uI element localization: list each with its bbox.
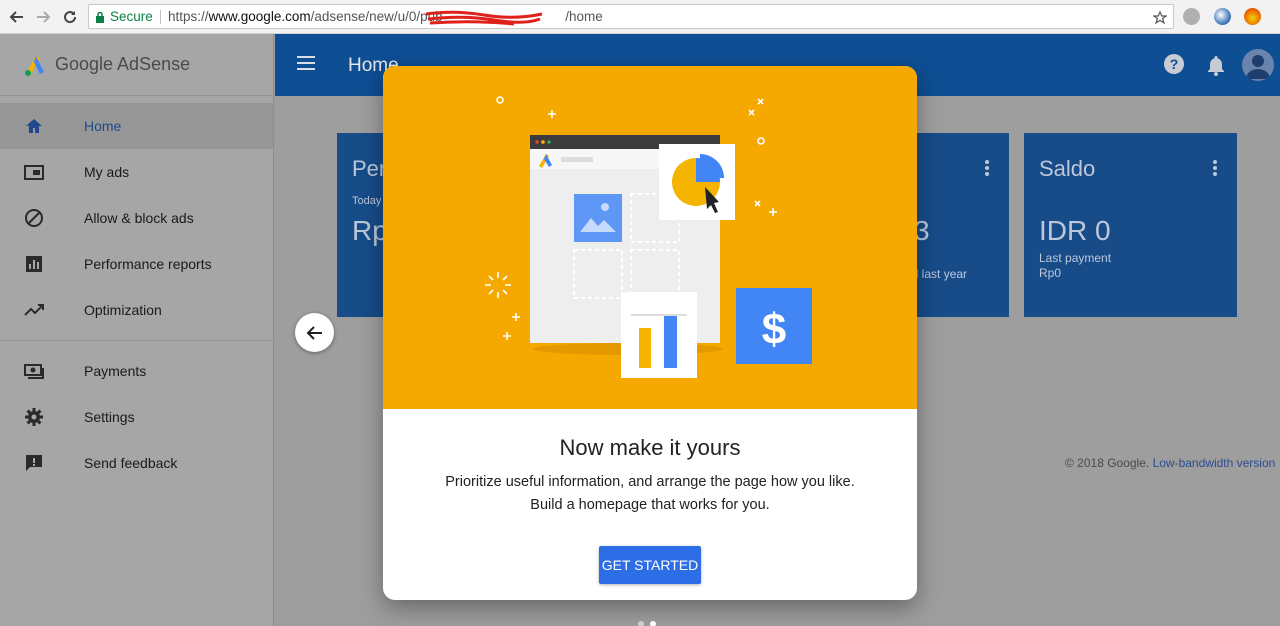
hero-illustration: $ <box>383 66 917 409</box>
pager-dot-active[interactable] <box>650 621 656 626</box>
dialog-line-2: Build a homepage that works for you. <box>530 497 770 513</box>
svg-text:?: ? <box>1170 56 1179 72</box>
dialog-line-1: Prioritize useful information, and arran… <box>445 474 855 490</box>
sidebar-item-label: Home <box>84 118 122 134</box>
bar-chart-icon <box>26 256 42 272</box>
card-title: Per <box>352 156 387 181</box>
extension-icon-3[interactable] <box>1244 8 1261 25</box>
help-icon[interactable]: ? <box>1163 53 1185 75</box>
ads-icon <box>24 165 44 180</box>
sidebar: Google AdSense Home My ads Allow & block… <box>0 34 274 626</box>
extension-icon-2[interactable] <box>1214 8 1231 25</box>
sidebar-item-label: Settings <box>84 409 135 425</box>
gear-icon <box>25 408 43 426</box>
footer: © 2018 Google. Low-bandwidth version <box>1065 456 1275 470</box>
last-payment-value: Rp0 <box>1039 266 1062 280</box>
sidebar-item-send-feedback[interactable]: Send feedback <box>0 440 273 486</box>
arrow-left-icon <box>306 325 322 340</box>
home-icon <box>26 119 42 133</box>
brand-name: Google AdSense <box>55 54 191 74</box>
carousel-pager <box>638 621 656 626</box>
get-started-button[interactable]: GET STARTED <box>599 546 701 584</box>
redaction-scribble <box>425 10 543 26</box>
sidebar-item-settings[interactable]: Settings <box>0 394 273 440</box>
copyright: © 2018 Google. <box>1065 456 1150 470</box>
sidebar-item-label: My ads <box>84 164 130 180</box>
sidebar-item-label: Send feedback <box>84 455 178 471</box>
sidebar-item-allow-block[interactable]: Allow & block ads <box>0 195 273 241</box>
bookmark-star-icon[interactable] <box>1152 9 1168 28</box>
extension-icon-1[interactable] <box>1183 8 1200 25</box>
menu-icon[interactable] <box>297 56 315 70</box>
svg-text:$: $ <box>762 305 786 354</box>
trending-icon <box>24 304 44 316</box>
feedback-icon <box>26 455 42 471</box>
notifications-bell-icon[interactable] <box>1206 54 1226 76</box>
back-arrow-icon[interactable] <box>6 6 28 28</box>
more-vert-icon[interactable] <box>1213 160 1217 176</box>
more-vert-icon[interactable] <box>985 160 989 176</box>
address-bar[interactable]: Secure https://www.google.com/adsense/ne… <box>88 4 1174 29</box>
sidebar-item-label: Allow & block ads <box>84 210 194 226</box>
sidebar-item-home[interactable]: Home <box>0 103 273 149</box>
block-icon <box>25 209 43 227</box>
onboarding-dialog: $ Now make it yours Prioritize useful in… <box>383 66 917 600</box>
sidebar-item-payments[interactable]: Payments <box>0 348 273 394</box>
browser-toolbar: Secure https://www.google.com/adsense/ne… <box>0 0 1280 34</box>
payments-icon <box>24 364 44 379</box>
reload-icon[interactable] <box>59 6 81 28</box>
avatar[interactable] <box>1242 49 1274 81</box>
secure-label: Secure <box>110 9 153 24</box>
card-balance: Saldo IDR 0 Last payment Rp0 <box>1024 133 1237 317</box>
sidebar-item-label: Performance reports <box>84 256 212 272</box>
last-payment-label: Last payment <box>1039 251 1112 265</box>
sidebar-item-label: Optimization <box>84 302 162 318</box>
brand[interactable]: Google AdSense <box>0 34 273 96</box>
sidebar-item-optimization[interactable]: Optimization <box>0 287 273 333</box>
dialog-body: Prioritize useful information, and arran… <box>383 471 917 517</box>
sidebar-item-my-ads[interactable]: My ads <box>0 149 273 195</box>
card-value: IDR 0 <box>1039 215 1111 246</box>
sidebar-item-performance-reports[interactable]: Performance reports <box>0 241 273 287</box>
carousel-back-button[interactable] <box>295 313 334 352</box>
lock-icon <box>96 11 104 23</box>
card-title: Saldo <box>1039 156 1096 181</box>
card-sub: Today <box>352 195 382 207</box>
dialog-title: Now make it yours <box>559 435 741 460</box>
pager-dot[interactable] <box>638 621 644 626</box>
secure-indicator[interactable]: Secure <box>95 5 153 28</box>
low-bandwidth-link[interactable]: Low-bandwidth version <box>1153 456 1276 470</box>
adsense-logo-icon <box>25 55 44 76</box>
sidebar-item-label: Payments <box>84 363 147 379</box>
forward-arrow-icon[interactable] <box>32 6 54 28</box>
